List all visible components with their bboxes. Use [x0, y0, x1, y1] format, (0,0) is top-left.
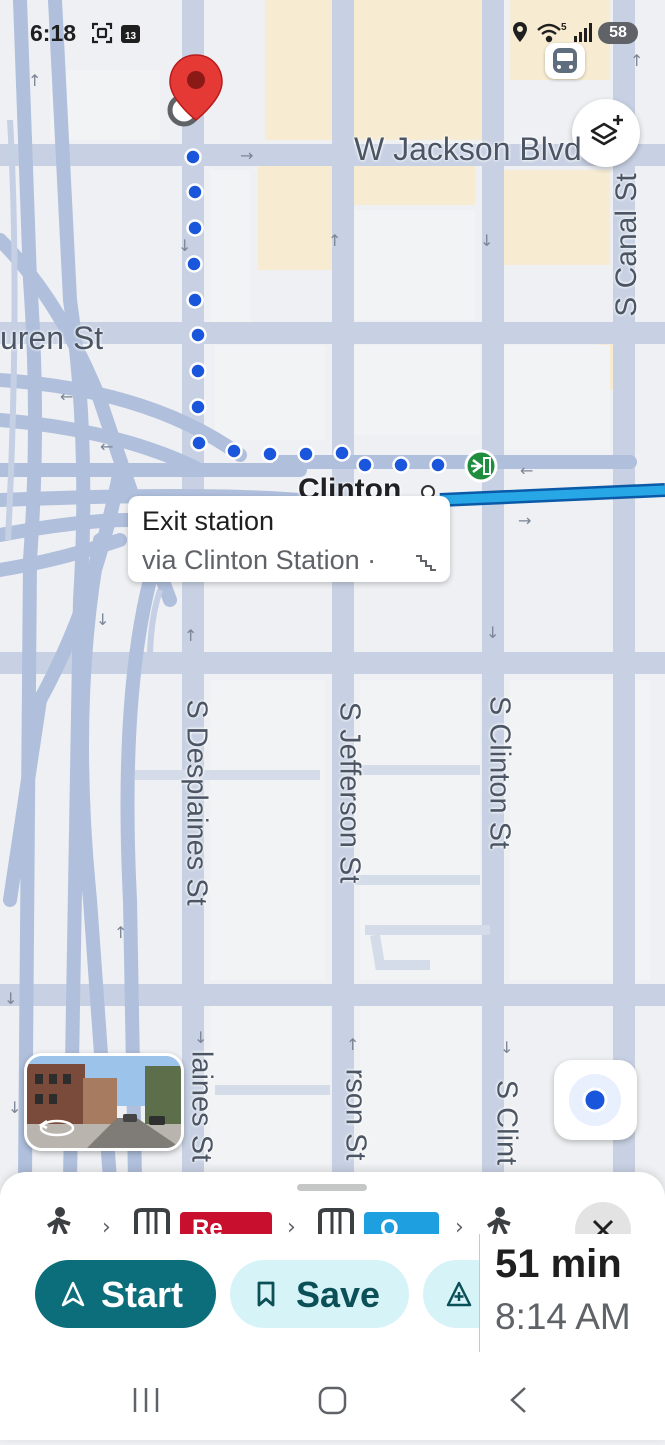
street-label-s-jefferson-lower: rson St	[339, 1068, 372, 1161]
svg-text:←: ←	[60, 387, 73, 406]
callout-title: Exit station	[142, 506, 275, 536]
calendar-icon: 13	[121, 25, 140, 43]
trip-duration: 51 min	[495, 1242, 622, 1286]
stairs-icon	[416, 555, 436, 571]
status-left-icons: 13	[91, 22, 142, 51]
start-button[interactable]: Start	[35, 1260, 216, 1328]
route-steps: › Re › O ›	[0, 1202, 665, 1234]
train-icon	[134, 1208, 170, 1234]
svg-text:5: 5	[561, 22, 567, 33]
rotate-360-icon	[38, 1119, 75, 1137]
signal-icon	[574, 23, 592, 42]
svg-text:↓: ↓	[500, 1038, 513, 1057]
svg-text:↑: ↑	[184, 626, 197, 645]
svg-text:↓: ↓	[8, 1098, 21, 1117]
svg-text:↑: ↑	[114, 923, 127, 942]
screenshot-icon	[91, 22, 113, 44]
navigation-arrow-icon	[61, 1281, 85, 1307]
save-button-label: Save	[296, 1274, 381, 1315]
svg-text:Re: Re	[192, 1215, 223, 1234]
svg-text:›: ›	[102, 1215, 111, 1234]
street-label-s-clinton: S Clinton St	[483, 695, 516, 850]
svg-text:↓: ↓	[96, 610, 109, 629]
save-button[interactable]: Save	[230, 1260, 409, 1328]
street-label-s-desplaines: S Desplaines St	[180, 699, 213, 906]
svg-text:↓: ↓	[486, 623, 499, 642]
street-label-s-clinton-lower: S Clint	[490, 1079, 523, 1166]
transit-bus-chip[interactable]	[545, 43, 585, 79]
bus-icon	[553, 48, 577, 73]
back-icon[interactable]	[510, 1387, 526, 1413]
start-button-label: Start	[101, 1274, 184, 1315]
walk-icon	[46, 1207, 71, 1234]
svg-text:↓: ↓	[480, 231, 493, 250]
svg-text:↑: ↑	[28, 71, 41, 90]
drag-handle[interactable]	[297, 1184, 367, 1191]
street-label-van-buren: uren St	[0, 320, 104, 356]
eta-panel: 51 min 8:14 AM	[479, 1234, 665, 1352]
battery-indicator: 58	[598, 22, 638, 44]
svg-text:→: →	[518, 511, 531, 530]
system-navigation-bar	[0, 1360, 665, 1440]
street-label-s-jefferson: S Jefferson St	[333, 701, 366, 884]
blue-line-badge	[364, 1212, 439, 1234]
add-place-icon	[446, 1281, 472, 1307]
my-location-icon	[569, 1074, 621, 1126]
home-icon[interactable]	[318, 1386, 347, 1415]
route-callout[interactable]: Exit station via Clinton Station ·	[128, 496, 450, 582]
street-label-s-canal: S Canal St	[610, 173, 643, 317]
svg-text:→: →	[240, 146, 253, 165]
svg-text:↓: ↓	[4, 989, 17, 1008]
walk-icon	[486, 1207, 511, 1234]
callout-subtitle: via Clinton Station ·	[142, 545, 377, 575]
train-icon	[318, 1208, 354, 1234]
street-view-thumbnail[interactable]	[24, 1053, 184, 1151]
svg-text:↑: ↑	[346, 1035, 359, 1054]
svg-text:›: ›	[455, 1215, 464, 1234]
arrival-time: 8:14 AM	[495, 1296, 631, 1337]
status-time: 6:18	[30, 20, 77, 46]
street-label-w-jackson: W Jackson Blvd	[354, 131, 582, 167]
wifi-icon	[537, 23, 561, 43]
street-label-s-desplaines-lower: laines St	[185, 1050, 218, 1163]
svg-text:›: ›	[287, 1215, 296, 1234]
station-exit-icon	[464, 449, 498, 483]
recent-apps-icon[interactable]	[133, 1388, 159, 1412]
svg-text:←: ←	[520, 461, 533, 480]
bookmark-icon	[257, 1281, 275, 1307]
svg-text:13: 13	[125, 31, 137, 42]
svg-text:O: O	[380, 1215, 399, 1234]
location-icon	[513, 22, 527, 42]
svg-text:↓: ↓	[178, 236, 191, 255]
svg-text:←: ←	[100, 437, 113, 456]
my-location-button[interactable]	[554, 1060, 637, 1140]
svg-text:↑: ↑	[328, 231, 341, 250]
